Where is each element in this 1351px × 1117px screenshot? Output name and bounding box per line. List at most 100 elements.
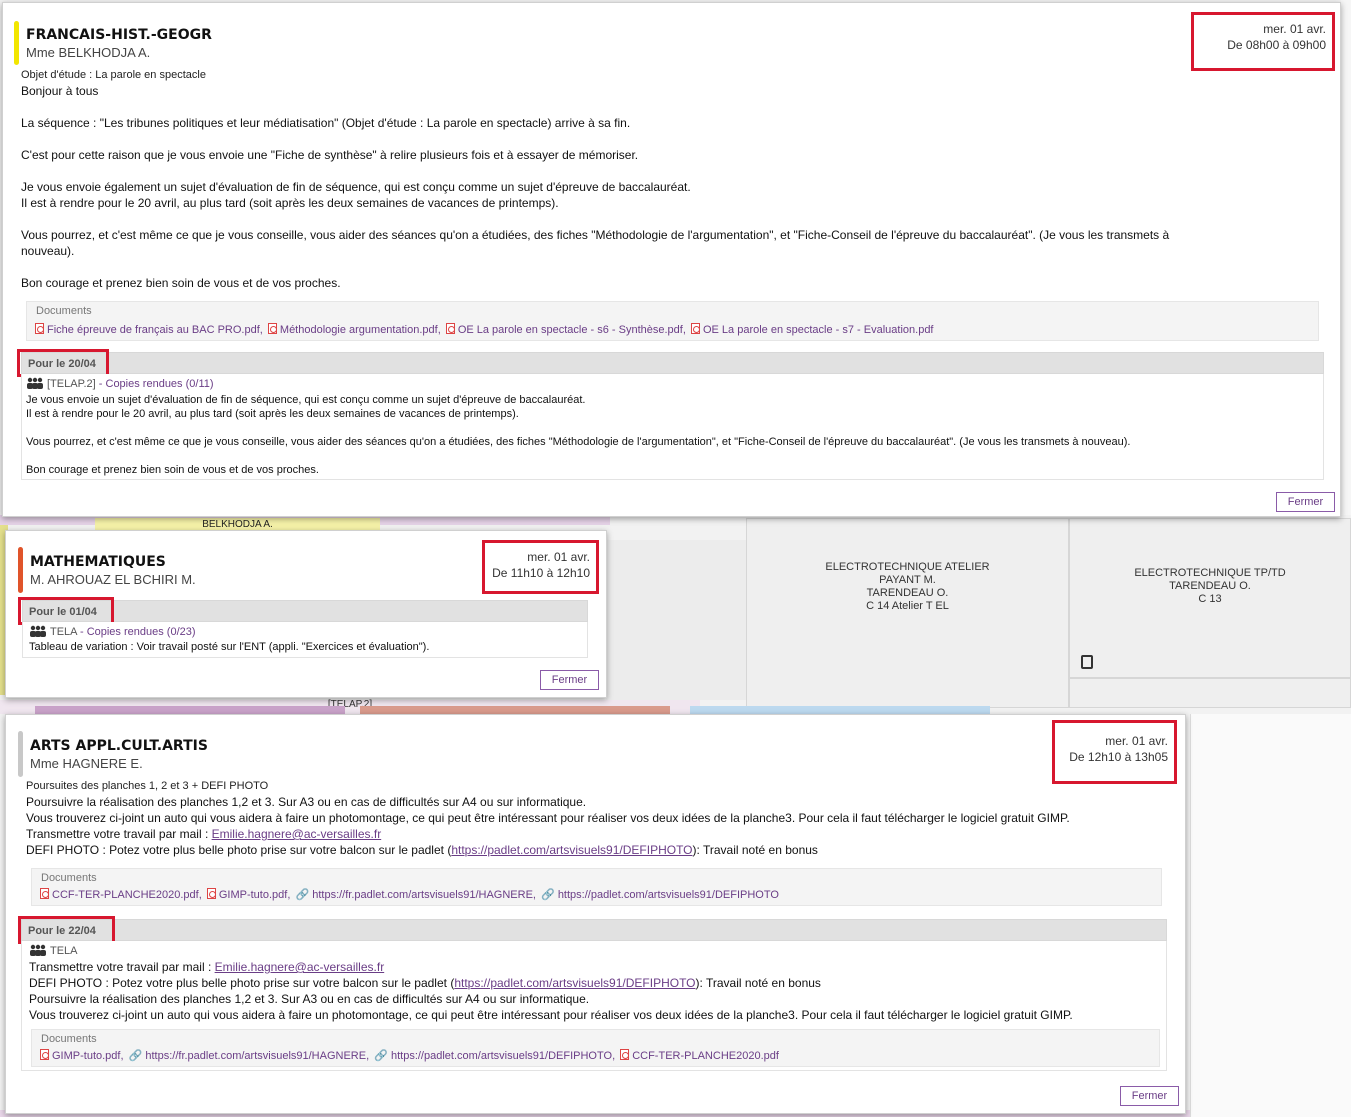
group-icon bbox=[29, 944, 47, 956]
document-link[interactable]: 🔗 https://padlet.com/artsvisuels91/DEFIP… bbox=[374, 1049, 615, 1062]
cell-line: PAYANT M. bbox=[879, 574, 936, 586]
timetable-strip bbox=[360, 706, 670, 714]
pdf-icon bbox=[35, 323, 44, 334]
course-content: Bonjour à tous La séquence : "Les tribun… bbox=[21, 83, 1324, 291]
document-link[interactable]: GIMP-tuto.pdf, bbox=[40, 1049, 124, 1062]
pdf-icon bbox=[620, 1049, 630, 1060]
document-link[interactable]: GIMP-tuto.pdf, bbox=[206, 888, 290, 901]
link-icon: 🔗 bbox=[295, 889, 310, 901]
content-paragraph: Il est à rendre pour le 20 avril, au plu… bbox=[21, 196, 559, 210]
course-popup-maths: MATHEMATIQUES M. AHROUAZ EL BCHIRI M. me… bbox=[5, 530, 607, 698]
homework-body: TELA - Copies rendues (0/23) Tableau de … bbox=[22, 622, 588, 658]
documents-list: GIMP-tuto.pdf, 🔗 https://fr.padlet.com/a… bbox=[40, 1049, 781, 1062]
session-date-box: mer. 01 avr. De 11h10 à 12h10 bbox=[482, 540, 599, 594]
link-icon: 🔗 bbox=[541, 889, 555, 901]
subject-color-bar bbox=[18, 731, 23, 777]
cell-line: ELECTROTECHNIQUE TP/TD bbox=[1134, 567, 1286, 579]
subject-title: MATHEMATIQUES bbox=[30, 554, 166, 570]
pdf-icon bbox=[206, 888, 216, 899]
email-link[interactable]: Emilie.hagnere@ac-versailles.fr bbox=[215, 960, 385, 974]
copies-link[interactable]: - Copies rendues (0/11) bbox=[99, 378, 214, 390]
content-paragraph: C'est pour cette raison que je vous envo… bbox=[21, 148, 639, 162]
homework-header: Pour le 22/04 bbox=[21, 919, 1167, 941]
padlet-link[interactable]: https://padlet.com/artsvisuels91/DEFIPHO… bbox=[451, 843, 692, 857]
document-link[interactable]: OE La parole en spectacle - s7 - Evaluat… bbox=[690, 323, 934, 336]
close-button[interactable]: Fermer bbox=[1120, 1086, 1179, 1106]
session-date: mer. 01 avr. bbox=[1105, 734, 1168, 748]
cell-line: C 13 bbox=[1198, 593, 1222, 605]
homework-line: Il est à rendre pour le 20 avril, au plu… bbox=[26, 408, 519, 420]
document-link[interactable]: 🔗 https://fr.padlet.com/artsvisuels91/HA… bbox=[129, 1049, 370, 1062]
timetable-strip bbox=[1190, 714, 1351, 1117]
copies-link[interactable]: - Copies rendues (0/23) bbox=[80, 626, 196, 638]
content-line: Vous trouverez ci-joint un auto qui vous… bbox=[29, 1008, 1073, 1022]
teacher-name: Mme BELKHODJA A. bbox=[26, 45, 151, 60]
content-line: Vous trouverez ci-joint un auto qui vous… bbox=[26, 811, 1070, 825]
documents-list: Fiche épreuve de français au BAC PRO.pdf… bbox=[35, 323, 936, 336]
content-line: DEFI PHOTO : Potez votre plus belle phot… bbox=[29, 976, 821, 990]
homework-icon[interactable] bbox=[1081, 655, 1093, 669]
cell-line: C 14 Atelier T EL bbox=[866, 600, 949, 612]
document-link[interactable]: Fiche épreuve de français au BAC PRO.pdf… bbox=[35, 323, 263, 336]
homework-group-line: TELA - Copies rendues (0/23) bbox=[29, 625, 196, 638]
course-topic: Objet d'étude : La parole en spectacle bbox=[21, 69, 206, 81]
documents-section: Documents Fiche épreuve de français au B… bbox=[26, 301, 1319, 341]
homework-body: TELA Transmettre votre travail par mail … bbox=[21, 941, 1167, 1071]
documents-label: Documents bbox=[36, 305, 92, 317]
highlight-box bbox=[18, 916, 115, 944]
content-paragraph: La séquence : "Les tribunes politiques e… bbox=[21, 116, 631, 130]
documents-label: Documents bbox=[41, 1033, 97, 1045]
homework-text: Transmettre votre travail par mail : Emi… bbox=[29, 959, 1164, 1023]
subject-color-bar bbox=[14, 21, 19, 65]
content-paragraph: Vous pourrez, et c'est même ce que je vo… bbox=[21, 228, 1170, 242]
document-link[interactable]: OE La parole en spectacle - s6 - Synthès… bbox=[445, 323, 686, 336]
content-paragraph: Bon courage et prenez bien soin de vous … bbox=[21, 276, 341, 290]
documents-list: CCF-TER-PLANCHE2020.pdf, GIMP-tuto.pdf, … bbox=[40, 888, 781, 901]
documents-section: Documents CCF-TER-PLANCHE2020.pdf, GIMP-… bbox=[31, 868, 1162, 906]
timetable-cell[interactable]: ELECTROTECHNIQUE TP/TD TARENDEAU O. C 13 bbox=[1069, 518, 1351, 678]
course-topic: Poursuites des planches 1, 2 et 3 + DEFI… bbox=[26, 780, 269, 792]
subject-title: ARTS APPL.CULT.ARTIS bbox=[30, 738, 208, 754]
group-name: TELA bbox=[50, 626, 77, 638]
email-link[interactable]: Emilie.hagnere@ac-versailles.fr bbox=[212, 827, 382, 841]
timetable-strip bbox=[606, 540, 746, 700]
session-time: De 12h10 à 13h05 bbox=[1069, 750, 1168, 764]
group-name: [TELAP.2] bbox=[47, 378, 96, 390]
padlet-link[interactable]: https://padlet.com/artsvisuels91/DEFIPHO… bbox=[454, 976, 695, 990]
content-line: DEFI PHOTO : Potez votre plus belle phot… bbox=[26, 843, 818, 857]
teacher-name: M. AHROUAZ EL BCHIRI M. bbox=[30, 572, 196, 587]
close-button[interactable]: Fermer bbox=[1276, 492, 1335, 512]
documents-section: Documents GIMP-tuto.pdf, 🔗 https://fr.pa… bbox=[31, 1029, 1160, 1067]
content-line: Transmettre votre travail par mail : Emi… bbox=[26, 827, 382, 841]
subject-color-bar bbox=[18, 547, 23, 593]
document-link[interactable]: 🔗 https://padlet.com/artsvisuels91/DEFIP… bbox=[541, 888, 779, 901]
timetable-strip bbox=[35, 706, 345, 714]
content-line: Poursuivre la réalisation des planches 1… bbox=[26, 795, 587, 809]
pdf-icon bbox=[40, 1049, 49, 1060]
pdf-icon bbox=[40, 888, 49, 899]
content-line: Transmettre votre travail par mail : Emi… bbox=[29, 960, 385, 974]
session-time: De 08h00 à 09h00 bbox=[1227, 38, 1326, 52]
session-date-box: mer. 01 avr. De 12h10 à 13h05 bbox=[1052, 720, 1177, 784]
homework-line: Tableau de variation : Voir travail post… bbox=[29, 641, 430, 653]
homework-group-line: [TELAP.2] - Copies rendues (0/11) bbox=[26, 377, 214, 390]
subject-title: FRANCAIS-HIST.-GEOGR bbox=[26, 27, 212, 43]
document-link[interactable]: Méthodologie argumentation.pdf, bbox=[267, 323, 441, 336]
document-link[interactable]: CCF-TER-PLANCHE2020.pdf bbox=[620, 1049, 779, 1062]
content-line: Poursuivre la réalisation des planches 1… bbox=[29, 992, 590, 1006]
course-content: Poursuivre la réalisation des planches 1… bbox=[26, 794, 1176, 858]
course-popup-arts: ARTS APPL.CULT.ARTIS Mme HAGNERE E. mer.… bbox=[5, 714, 1186, 1114]
course-popup-francais: FRANCAIS-HIST.-GEOGR Mme BELKHODJA A. me… bbox=[2, 2, 1341, 517]
document-link[interactable]: CCF-TER-PLANCHE2020.pdf, bbox=[40, 888, 202, 901]
highlight-box bbox=[18, 597, 114, 625]
homework-text: Je vous envoie un sujet d'évaluation de … bbox=[26, 393, 1316, 477]
close-button[interactable]: Fermer bbox=[540, 670, 599, 690]
homework-body: [TELAP.2] - Copies rendues (0/11) Je vou… bbox=[21, 374, 1324, 480]
cell-line: TARENDEAU O. bbox=[866, 587, 949, 599]
timetable-cell[interactable]: ELECTROTECHNIQUE ATELIER PAYANT M. TAREN… bbox=[746, 518, 1069, 708]
content-paragraph: Je vous envoie également un sujet d'éval… bbox=[21, 180, 691, 194]
cell-line: ELECTROTECHNIQUE ATELIER bbox=[825, 561, 990, 573]
session-time: De 11h10 à 12h10 bbox=[492, 566, 590, 580]
document-link[interactable]: 🔗 https://fr.padlet.com/artsvisuels91/HA… bbox=[295, 888, 536, 901]
content-paragraph: Bonjour à tous bbox=[21, 84, 99, 98]
